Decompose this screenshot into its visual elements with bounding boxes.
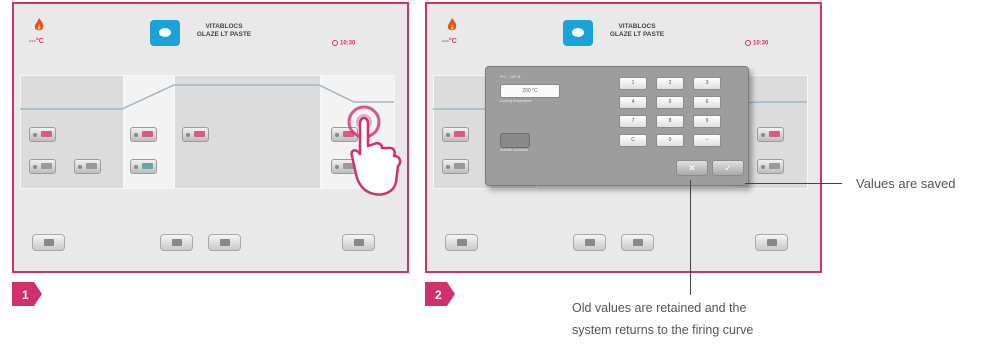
save-button[interactable] <box>573 234 606 251</box>
back-button[interactable] <box>342 234 375 251</box>
callout-values-saved: Values are saved <box>856 176 956 191</box>
predry-time-button[interactable] <box>29 159 56 174</box>
vacuum-button[interactable] <box>74 159 101 174</box>
heat-rate-button[interactable] <box>130 127 157 142</box>
step-number-1: 1 <box>22 288 29 302</box>
key-8[interactable]: 8 <box>656 115 684 128</box>
predry-temp-button[interactable] <box>29 127 56 142</box>
pointing-hand-icon <box>347 105 402 196</box>
save-button[interactable] <box>160 234 193 251</box>
cancel-button[interactable]: ✕ <box>676 160 708 176</box>
start-button[interactable] <box>621 234 654 251</box>
step-badge-2: 2 <box>425 282 455 306</box>
predry-time-button[interactable] <box>442 159 469 174</box>
step-number-2: 2 <box>435 288 442 302</box>
furnace-screen-2: ---°C VITABLOCS GLAZE LT PASTE 10:30 Pr1… <box>425 2 822 273</box>
key-4[interactable]: 4 <box>619 96 647 109</box>
cooling-time-button[interactable] <box>757 159 784 174</box>
key-5[interactable]: 5 <box>656 96 684 109</box>
key-0[interactable]: 0 <box>656 134 684 147</box>
callout-line-saved <box>745 183 842 184</box>
key-1[interactable]: 1 <box>619 77 647 90</box>
start-button[interactable] <box>208 234 241 251</box>
callout-values-retained: Old values are retained and the system r… <box>572 297 753 341</box>
play-icon <box>633 239 643 246</box>
export-icon <box>44 239 54 246</box>
toggle-caption: Activate cooldown <box>500 148 529 152</box>
numeric-keypad-dialog: Pr1 - 100 B 200 °C Cooling temperature A… <box>485 66 749 186</box>
key-clear[interactable]: C <box>619 134 647 147</box>
furnace-screen-1: ---°C VITABLOCS GLAZE LT PASTE 10:30 <box>12 2 409 273</box>
play-icon <box>220 239 230 246</box>
firing-temp-button[interactable] <box>182 127 209 142</box>
export-icon <box>457 239 467 246</box>
cooling-temp-button[interactable] <box>757 127 784 142</box>
key-minus[interactable]: – <box>693 134 721 147</box>
callout-line-retained <box>690 180 691 295</box>
back-button[interactable] <box>755 234 788 251</box>
export-button[interactable] <box>32 234 65 251</box>
key-9[interactable]: 9 <box>693 115 721 128</box>
key-6[interactable]: 6 <box>693 96 721 109</box>
save-icon <box>172 239 182 246</box>
step-badge-1: 1 <box>12 282 42 306</box>
export-button[interactable] <box>445 234 478 251</box>
back-icon <box>767 239 777 246</box>
confirm-button[interactable]: ✓ <box>712 160 744 176</box>
value-caption: Cooling temperature <box>500 99 532 103</box>
callout-retained-line2: system returns to the firing curve <box>572 323 754 337</box>
key-3[interactable]: 3 <box>693 77 721 90</box>
cooldown-toggle[interactable] <box>500 133 530 148</box>
value-input[interactable]: 200 °C <box>500 84 560 98</box>
save-icon <box>585 239 595 246</box>
keypad-title: Pr1 - 100 B <box>500 74 521 79</box>
predry-temp-button[interactable] <box>442 127 469 142</box>
confirm-icon: ✓ <box>724 163 732 173</box>
back-icon <box>354 239 364 246</box>
heat-vacuum-button[interactable] <box>130 159 157 174</box>
key-7[interactable]: 7 <box>619 115 647 128</box>
cancel-icon: ✕ <box>688 163 696 173</box>
callout-retained-line1: Old values are retained and the <box>572 301 747 315</box>
key-2[interactable]: 2 <box>656 77 684 90</box>
